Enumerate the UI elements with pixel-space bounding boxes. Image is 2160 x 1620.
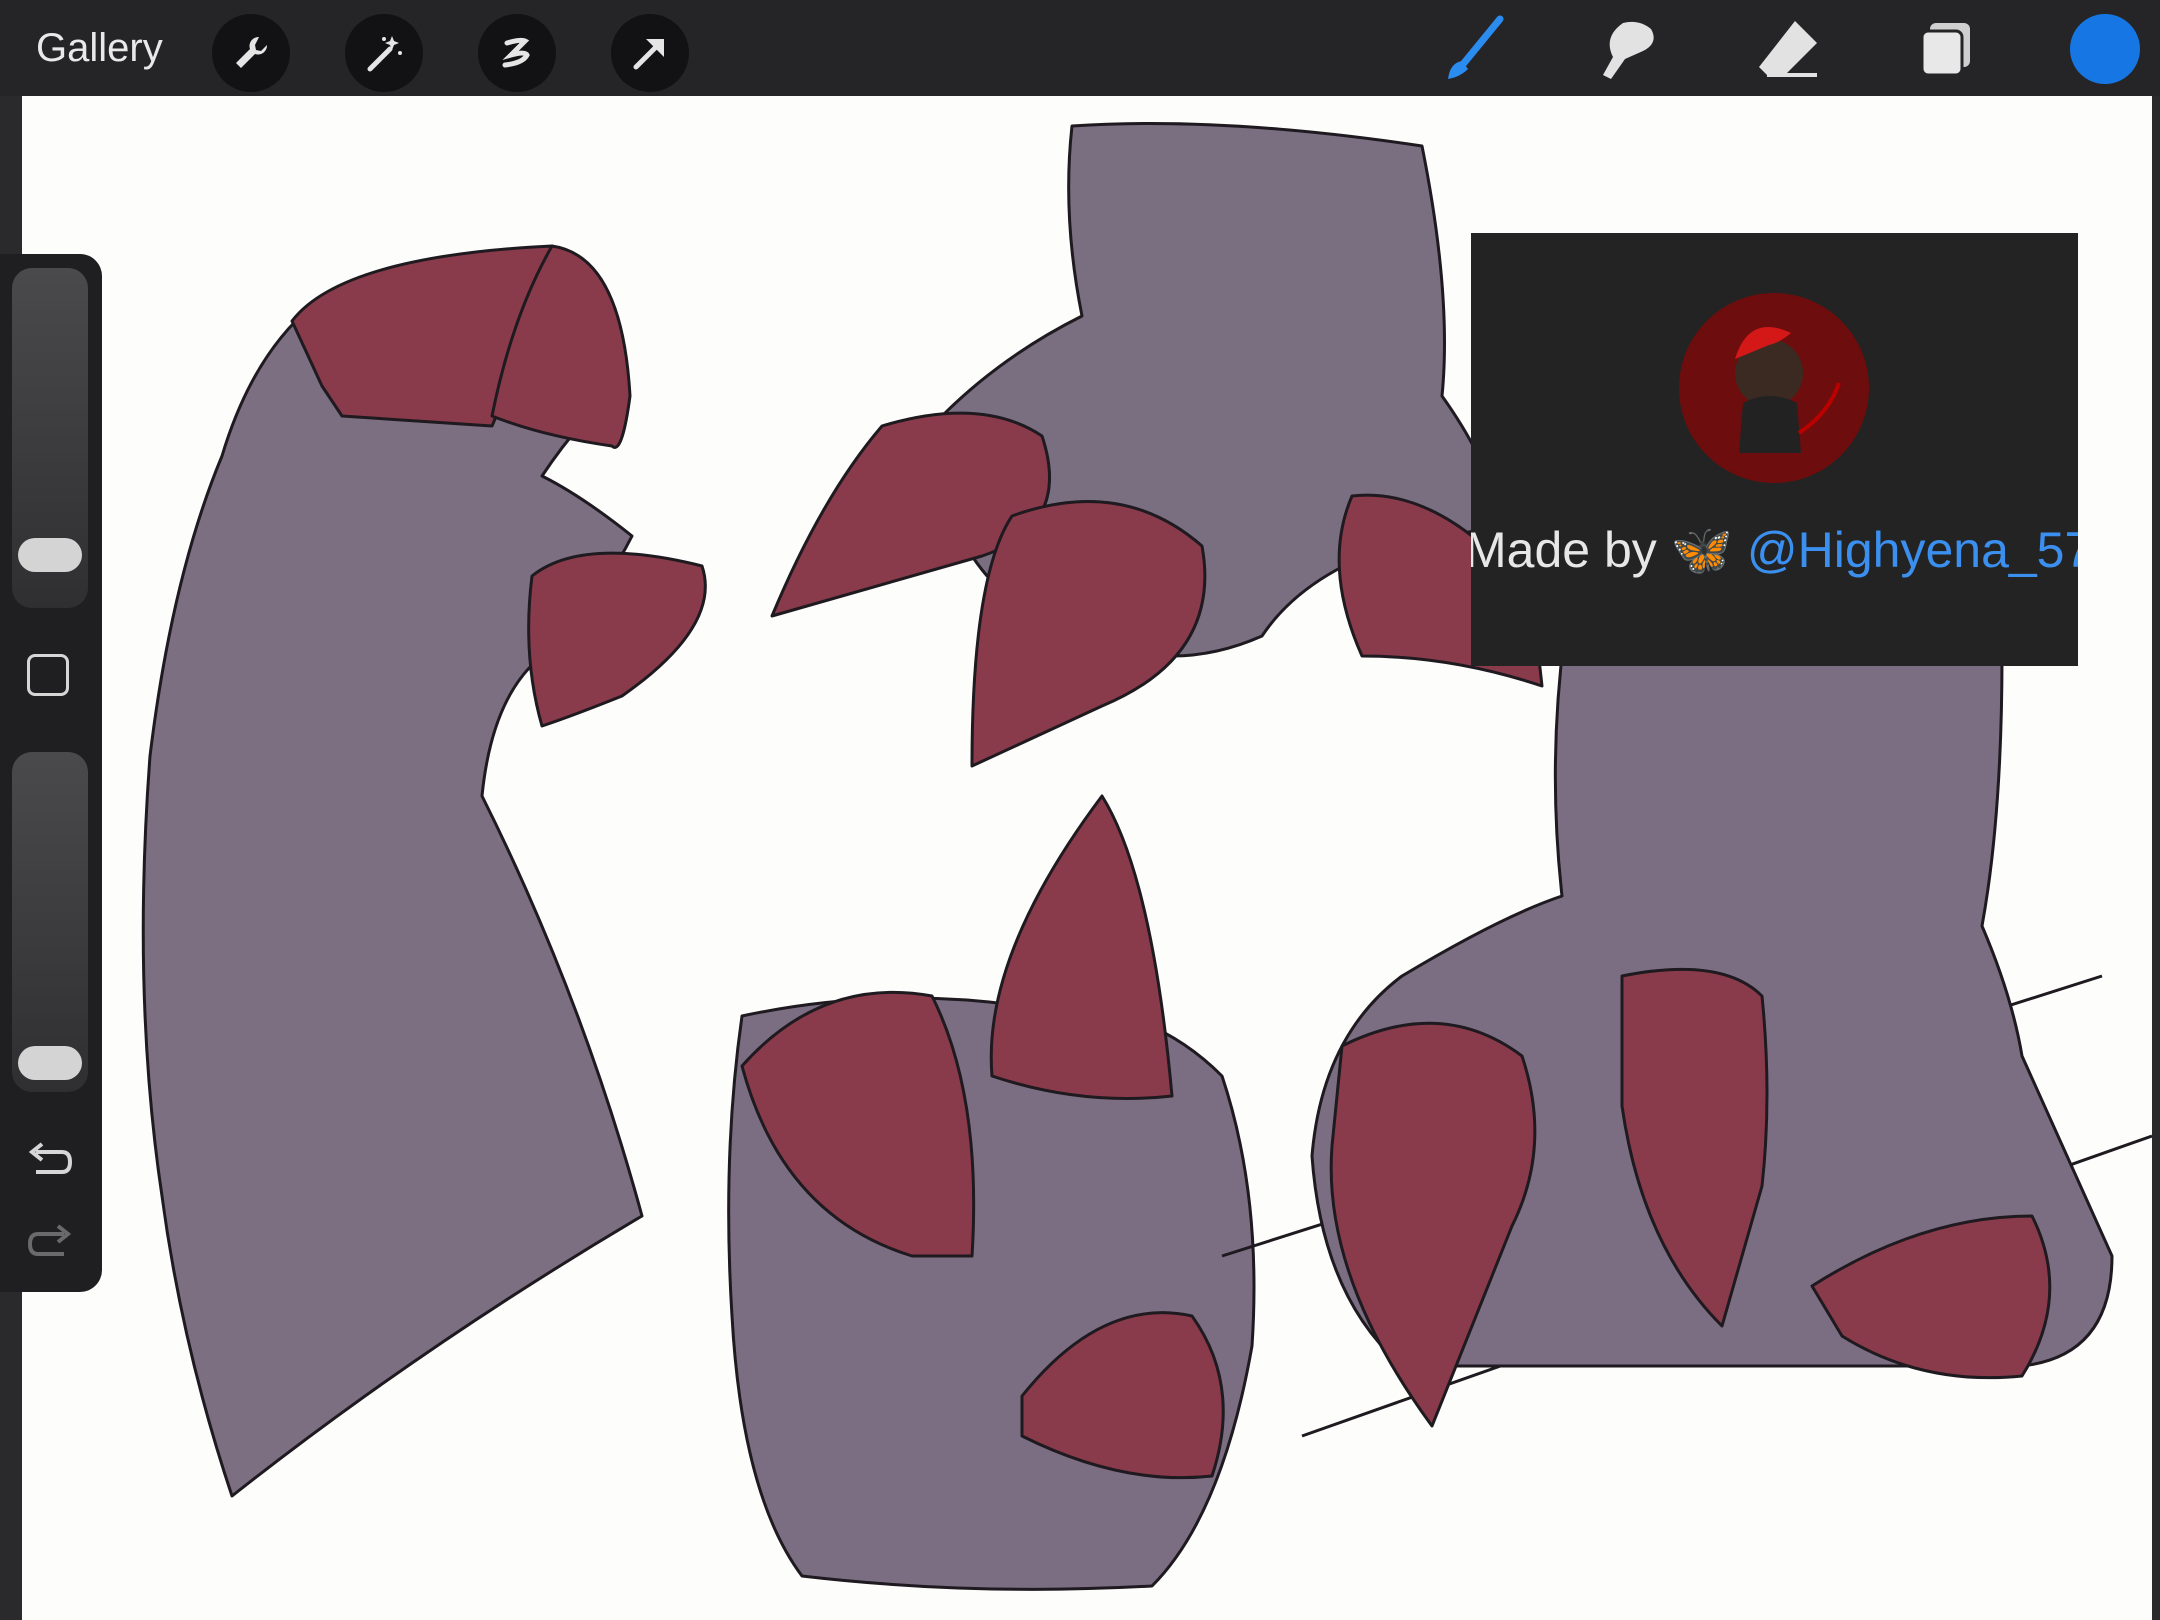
- brush-size-slider[interactable]: [12, 268, 88, 608]
- undo-icon[interactable]: [22, 1134, 78, 1184]
- magic-wand-icon[interactable]: [345, 14, 423, 92]
- left-sidebar: [0, 254, 102, 1292]
- opacity-slider[interactable]: [12, 752, 88, 1092]
- watermark-text: Made by 🦋 @Highyena_57: [1471, 521, 2078, 580]
- left-paw: [141, 304, 644, 1498]
- wrench-icon[interactable]: [212, 14, 290, 92]
- bottom-paw-claw-top: [989, 794, 1174, 1100]
- opacity-thumb[interactable]: [18, 1046, 82, 1080]
- avatar: [1679, 293, 1869, 483]
- modify-square-icon[interactable]: [27, 654, 69, 696]
- watermark-handle: @Highyena_57: [1746, 522, 2078, 578]
- gallery-button[interactable]: Gallery: [36, 22, 163, 74]
- top-paw-claw-2: [970, 500, 1207, 768]
- watermark-card: Made by 🦋 @Highyena_57: [1471, 233, 2078, 666]
- brush-icon[interactable]: [1430, 10, 1516, 90]
- brush-size-thumb[interactable]: [18, 538, 82, 572]
- eraser-icon[interactable]: [1745, 10, 1831, 90]
- butterfly-icon: 🦋: [1670, 522, 1733, 578]
- watermark-prefix: Made by: [1471, 522, 1657, 578]
- smudge-icon[interactable]: [1585, 10, 1671, 90]
- transform-arrow-icon[interactable]: [611, 14, 689, 92]
- left-paw-dewclaw: [527, 551, 707, 728]
- redo-icon[interactable]: [22, 1216, 78, 1266]
- selection-icon[interactable]: [478, 14, 556, 92]
- color-picker-button[interactable]: [2070, 14, 2140, 84]
- layers-icon[interactable]: [1902, 10, 1988, 90]
- drawing-canvas[interactable]: Made by 🦋 @Highyena_57: [22, 96, 2152, 1620]
- top-toolbar: Gallery: [0, 0, 2160, 96]
